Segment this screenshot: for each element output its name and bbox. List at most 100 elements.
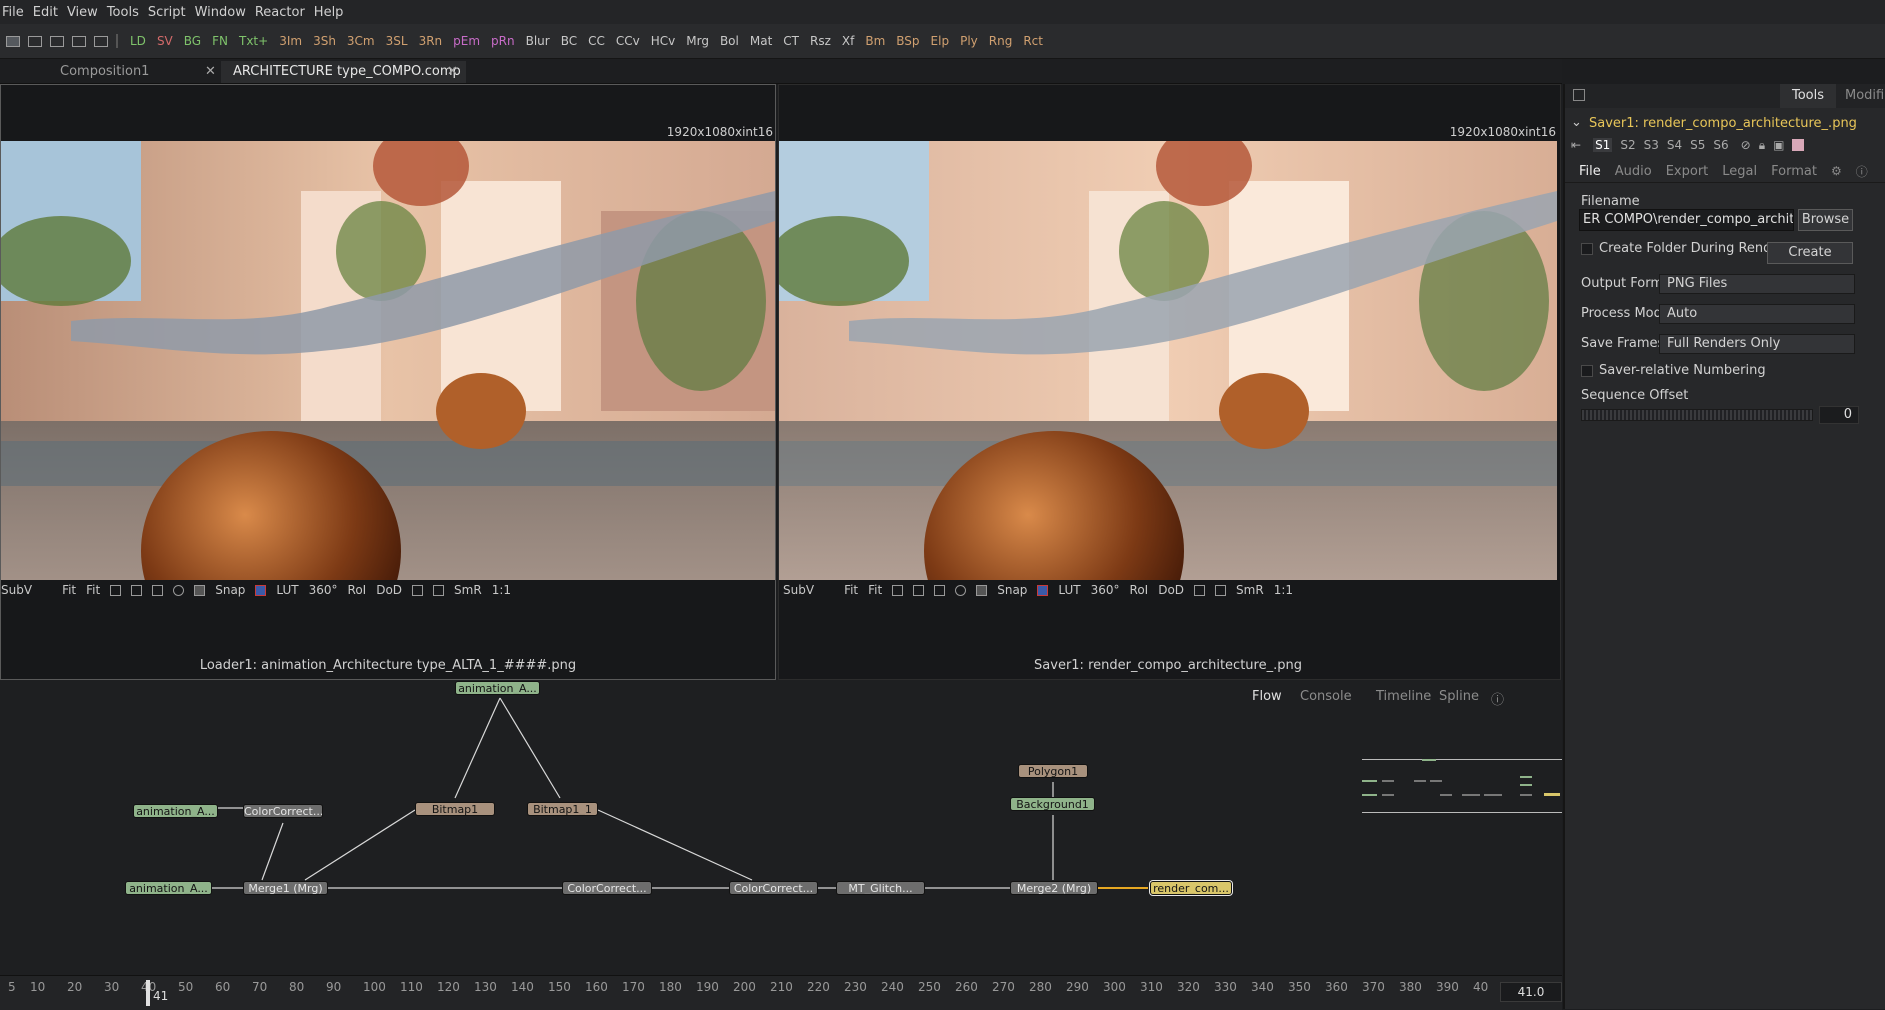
tool-button-3rn[interactable]: 3Rn	[419, 34, 443, 48]
subtab-export[interactable]: Export	[1666, 164, 1709, 179]
node-background1[interactable]: Background1	[1010, 797, 1095, 811]
tool-button-3im[interactable]: 3Im	[279, 34, 302, 48]
output-format-dropdown[interactable]: PNG Files	[1659, 274, 1855, 294]
tool-button-prn[interactable]: pRn	[491, 34, 515, 48]
tool-button-mrg[interactable]: Mrg	[686, 34, 709, 48]
tool-button-ccv[interactable]: CCv	[616, 34, 640, 48]
flow-panel[interactable]: Flow Console Timeline Spline ⓘ animation…	[0, 680, 1562, 975]
snap-button[interactable]: Snap	[997, 583, 1027, 597]
saver-numbering-checkbox[interactable]	[1581, 365, 1593, 377]
collapse-icon[interactable]	[1573, 89, 1585, 101]
tool-button-xf[interactable]: Xf	[842, 34, 854, 48]
slot-s2[interactable]: S2	[1620, 138, 1635, 152]
create-folder-checkbox[interactable]	[1581, 243, 1593, 255]
slot-s4[interactable]: S4	[1667, 138, 1682, 152]
tab-modifiers[interactable]: Modifie	[1845, 84, 1885, 108]
360-button[interactable]: 360°	[309, 583, 338, 597]
viewer-image[interactable]	[1, 141, 775, 580]
tab-flow[interactable]: Flow	[1252, 689, 1282, 704]
lock-icon[interactable]: 🔒︎	[1759, 138, 1765, 153]
dod-button[interactable]: DoD	[1158, 583, 1184, 597]
tab-console[interactable]: Console	[1300, 689, 1352, 704]
tool-button-bg[interactable]: BG	[184, 34, 201, 48]
menu-file[interactable]: File	[0, 5, 33, 20]
close-icon[interactable]: ✕	[447, 61, 458, 83]
layout-single-icon[interactable]	[6, 35, 20, 47]
tool-button-bol[interactable]: Bol	[720, 34, 739, 48]
tool-button-rsz[interactable]: Rsz	[810, 34, 831, 48]
tool-button-cc[interactable]: CC	[588, 34, 605, 48]
tab-tools[interactable]: Tools	[1780, 84, 1837, 108]
tab-timeline[interactable]: Timeline	[1376, 689, 1431, 704]
tool-button-ct[interactable]: CT	[783, 34, 799, 48]
node-animation-loader-bottom[interactable]: animation_A...	[125, 881, 212, 895]
tool-button-bm[interactable]: Bm	[865, 34, 885, 48]
tab-spline[interactable]: Spline	[1439, 689, 1479, 704]
tool-button-pem[interactable]: pEm	[453, 34, 480, 48]
fit-zoom-button[interactable]: Fit	[86, 583, 100, 597]
tool-button-rct[interactable]: Rct	[1023, 34, 1043, 48]
close-icon[interactable]: ✕	[205, 61, 216, 83]
inspector-tool-title[interactable]: Saver1: render_compo_architecture_.png	[1589, 116, 1857, 131]
menu-reactor[interactable]: Reactor	[255, 5, 314, 20]
info-icon[interactable]: ⓘ	[1856, 163, 1868, 180]
node-colorcorrector-3[interactable]: ColorCorrect...	[729, 881, 818, 895]
slot-s5[interactable]: S5	[1690, 138, 1705, 152]
slot-s1[interactable]: S1	[1593, 138, 1613, 152]
process-mode-dropdown[interactable]: Auto	[1659, 304, 1855, 324]
rectangle-icon[interactable]	[934, 584, 946, 596]
node-merge1[interactable]: Merge1 (Mrg)	[243, 881, 328, 895]
tool-button-3sl[interactable]: 3SL	[386, 34, 408, 48]
circle-icon[interactable]	[173, 584, 185, 596]
smr-button[interactable]: SmR	[1236, 583, 1264, 597]
spline-tool-icon[interactable]	[892, 584, 904, 596]
node-animation-loader-left[interactable]: animation_A...	[133, 804, 218, 818]
tool-button-elp[interactable]: Elp	[931, 34, 950, 48]
fit-button[interactable]: Fit	[844, 583, 858, 597]
create-button[interactable]: Create	[1767, 242, 1853, 264]
color-channel-icon[interactable]	[1037, 584, 1049, 596]
tool-button-txt[interactable]: Txt+	[239, 34, 268, 48]
viewer-image[interactable]	[779, 141, 1557, 580]
layout-stack-icon[interactable]	[50, 35, 64, 47]
current-time-field[interactable]: 41.0	[1500, 982, 1562, 1002]
spline-tool-icon[interactable]	[110, 584, 122, 596]
playhead[interactable]	[146, 980, 150, 1006]
tool-button-mat[interactable]: Mat	[750, 34, 772, 48]
pin-icon[interactable]: ⇤	[1571, 138, 1581, 152]
lut-button[interactable]: LUT	[1058, 583, 1080, 597]
checker-icon[interactable]	[1215, 584, 1227, 596]
alpha-icon[interactable]	[194, 584, 206, 596]
time-ruler[interactable]: 5 10 20 30 40 50 60 70 80 90 100 110 120 130 140 150 160…	[0, 975, 1562, 1010]
zoom-ratio[interactable]: 1:1	[492, 583, 511, 597]
tab-composition1[interactable]: Composition1 ✕	[0, 61, 220, 83]
menu-view[interactable]: View	[67, 5, 107, 20]
node-colorcorrector-1[interactable]: ColorCorrect...	[243, 804, 323, 818]
subview-button[interactable]: SubV	[783, 583, 814, 597]
menu-edit[interactable]: Edit	[33, 5, 67, 20]
tool-button-sv[interactable]: SV	[157, 34, 173, 48]
lut-button[interactable]: LUT	[276, 583, 298, 597]
smr-button[interactable]: SmR	[454, 583, 482, 597]
roi-button[interactable]: RoI	[1130, 583, 1149, 597]
node-merge2[interactable]: Merge2 (Mrg)	[1010, 881, 1098, 895]
tool-button-bc[interactable]: BC	[561, 34, 577, 48]
viewer-left[interactable]: 1920x1080xint16 SubV Fit Fit Snap LUT 36…	[0, 84, 776, 680]
browse-button[interactable]: Browse	[1798, 209, 1853, 231]
checker-icon[interactable]	[433, 584, 445, 596]
tool-button-hcv[interactable]: HCv	[651, 34, 676, 48]
tool-button-blur[interactable]: Blur	[526, 34, 550, 48]
tool-button-3sh[interactable]: 3Sh	[313, 34, 336, 48]
filename-input[interactable]: ER COMPO\render_compo_architecture_.png	[1579, 209, 1794, 231]
menu-window[interactable]: Window	[195, 5, 255, 20]
node-bitmap1-1[interactable]: Bitmap1_1	[527, 802, 598, 816]
node-bitmap1[interactable]: Bitmap1	[415, 802, 495, 816]
roi-button[interactable]: RoI	[348, 583, 367, 597]
tool-button-fn[interactable]: FN	[212, 34, 228, 48]
save-frames-dropdown[interactable]: Full Renders Only	[1659, 334, 1855, 354]
layout-split-icon[interactable]	[28, 35, 42, 47]
tool-button-rng[interactable]: Rng	[989, 34, 1013, 48]
tab-architecture-compo[interactable]: ARCHITECTURE type_COMPO.comp * ✕	[221, 61, 466, 101]
grid-icon[interactable]	[131, 584, 143, 596]
circle-icon[interactable]	[955, 584, 967, 596]
